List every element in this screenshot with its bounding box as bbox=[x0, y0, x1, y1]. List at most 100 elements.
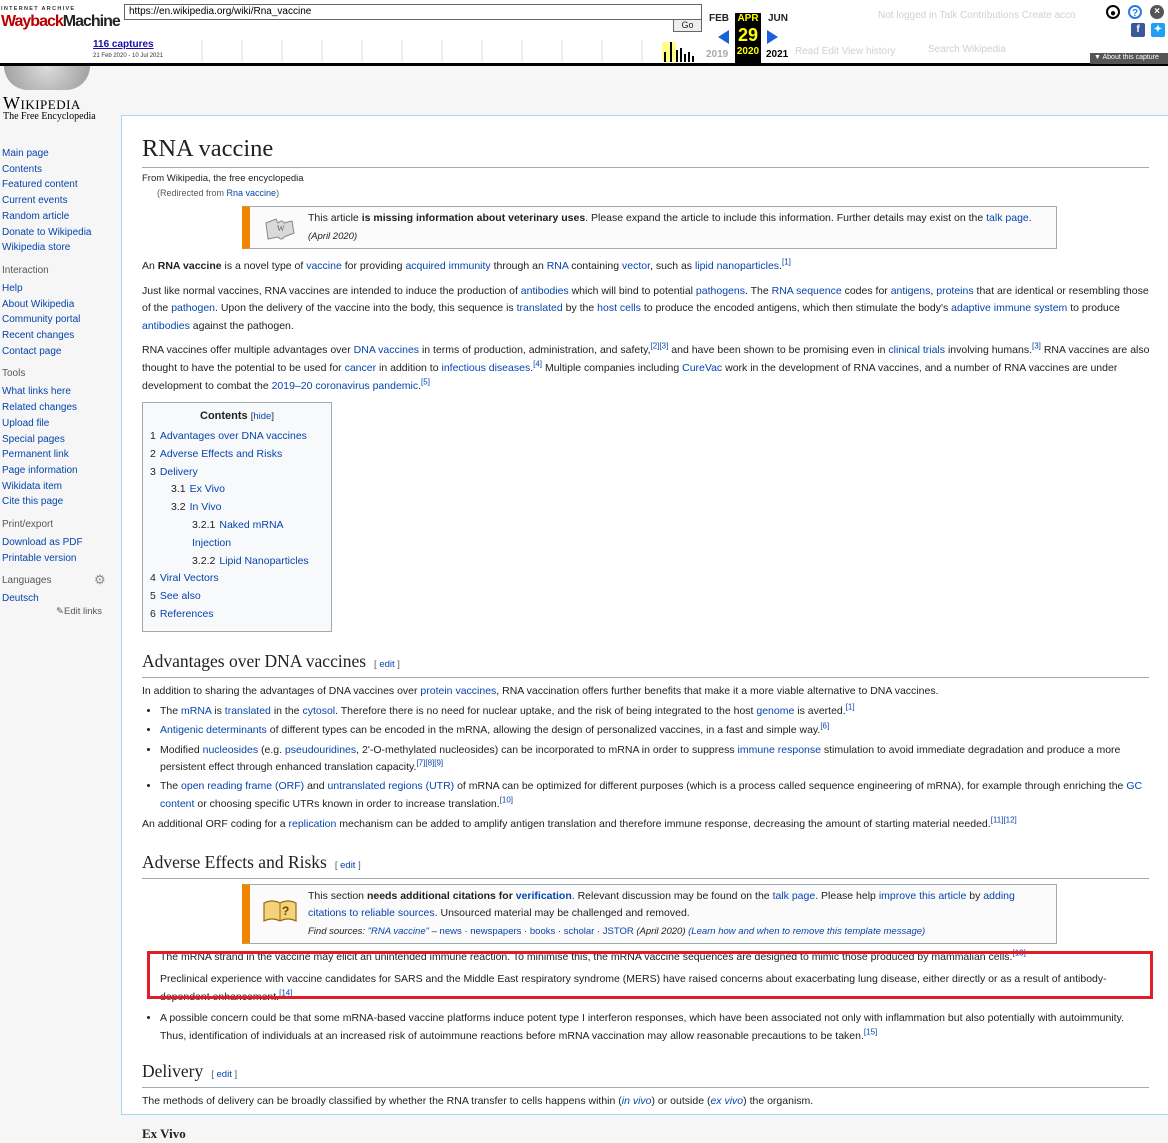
link-cancer[interactable]: cancer bbox=[345, 362, 377, 374]
link-replication[interactable]: replication bbox=[289, 818, 337, 830]
link-antigenic-determinants[interactable]: Antigenic determinants bbox=[160, 724, 267, 736]
link-immune-response[interactable]: immune response bbox=[738, 744, 821, 756]
sidebar-item-community-portal[interactable]: Community portal bbox=[0, 312, 120, 328]
sidebar-item-what-links-here[interactable]: What links here bbox=[0, 384, 120, 400]
link-acquired-immunity[interactable]: acquired immunity bbox=[405, 260, 490, 272]
wayback-go-button[interactable]: Go bbox=[673, 19, 702, 32]
link-genome[interactable]: genome bbox=[756, 705, 794, 717]
link-ex-vivo[interactable]: ex vivo bbox=[710, 1095, 743, 1107]
link-coronavirus-pandemic[interactable]: 2019–20 coronavirus pandemic bbox=[272, 380, 419, 392]
link-in-vivo[interactable]: in vivo bbox=[622, 1095, 652, 1107]
verification-link[interactable]: verification bbox=[516, 890, 572, 902]
toc-item[interactable]: 6 References bbox=[150, 606, 324, 624]
link-vector[interactable]: vector bbox=[622, 260, 650, 272]
sidebar-item-page-information[interactable]: Page information bbox=[0, 463, 120, 479]
link-protein-vaccines[interactable]: protein vaccines bbox=[420, 685, 496, 697]
toc-item[interactable]: 3.2.1 Naked mRNA Injection bbox=[150, 517, 324, 553]
find-newspapers[interactable]: newspapers bbox=[470, 926, 521, 937]
wikipedia-logo[interactable]: Wikipedia The Free Encyclopedia bbox=[0, 66, 120, 126]
sidebar-item-contact-page[interactable]: Contact page bbox=[0, 344, 120, 360]
sidebar-item-upload-file[interactable]: Upload file bbox=[0, 416, 120, 432]
wayback-prev-month[interactable]: FEB bbox=[706, 13, 732, 24]
find-books[interactable]: books bbox=[530, 926, 555, 937]
link-rna[interactable]: RNA bbox=[547, 260, 569, 272]
twitter-icon[interactable]: ✦ bbox=[1151, 23, 1165, 37]
link-gc-content[interactable]: GC content bbox=[160, 780, 1142, 810]
link-antibodies-2[interactable]: antibodies bbox=[142, 320, 190, 332]
talk-page-link[interactable]: talk page bbox=[986, 212, 1029, 224]
link-rna-sequence[interactable]: RNA sequence bbox=[772, 285, 842, 297]
find-scholar[interactable]: scholar bbox=[564, 926, 595, 937]
prev-capture-arrow-icon[interactable] bbox=[718, 30, 729, 44]
sidebar-item-main-page[interactable]: Main page bbox=[0, 146, 120, 162]
link-lipid-nanoparticles[interactable]: lipid nanoparticles bbox=[695, 260, 779, 272]
wayback-prev-year[interactable]: 2019 bbox=[706, 49, 728, 60]
next-capture-arrow-icon[interactable] bbox=[767, 30, 778, 44]
toc-item[interactable]: 2 Adverse Effects and Risks bbox=[150, 446, 324, 464]
link-cytosol[interactable]: cytosol bbox=[302, 705, 335, 717]
link-translated-2[interactable]: translated bbox=[225, 705, 271, 717]
link-vaccine[interactable]: vaccine bbox=[306, 260, 342, 272]
facebook-icon[interactable]: f bbox=[1131, 23, 1145, 37]
improve-article-link[interactable]: improve this article bbox=[879, 890, 967, 902]
sidebar-item-featured-content[interactable]: Featured content bbox=[0, 177, 120, 193]
wayback-next-month[interactable]: JUN bbox=[763, 13, 793, 24]
toc-item[interactable]: 5 See also bbox=[150, 588, 324, 606]
toc-item[interactable]: 1 Advantages over DNA vaccines bbox=[150, 428, 324, 446]
toc-item[interactable]: 3 Delivery bbox=[150, 464, 324, 482]
edit-section-adverse[interactable]: edit bbox=[340, 860, 355, 871]
link-pathogens[interactable]: pathogens bbox=[696, 285, 745, 297]
edit-links[interactable]: ✎Edit links bbox=[0, 606, 120, 617]
about-capture-button[interactable]: ▼ About this capture bbox=[1090, 53, 1168, 64]
link-infectious-diseases[interactable]: infectious diseases bbox=[441, 362, 530, 374]
sidebar-item-wikidata-item[interactable]: Wikidata item bbox=[0, 479, 120, 495]
link-utr[interactable]: untranslated regions (UTR) bbox=[328, 780, 455, 792]
link-antigens[interactable]: antigens bbox=[891, 285, 931, 297]
account-icon[interactable]: ● bbox=[1106, 5, 1120, 19]
sidebar-item-related-changes[interactable]: Related changes bbox=[0, 400, 120, 416]
link-adaptive-immune-system[interactable]: adaptive immune system bbox=[951, 302, 1067, 314]
toc-item[interactable]: 3.2 In Vivo bbox=[150, 499, 324, 517]
wayback-sparkline[interactable] bbox=[180, 38, 700, 62]
link-pathogen[interactable]: pathogen bbox=[171, 302, 215, 314]
wayback-logo[interactable]: INTERNET ARCHIVE WaybackMachine bbox=[1, 6, 121, 42]
sidebar-item-store[interactable]: Wikipedia store bbox=[0, 240, 120, 256]
link-dna-vaccines[interactable]: DNA vaccines bbox=[354, 344, 419, 356]
sidebar-item-cite-this-page[interactable]: Cite this page bbox=[0, 494, 120, 510]
sidebar-item-deutsch[interactable]: Deutsch bbox=[0, 591, 120, 607]
sidebar-item-recent-changes[interactable]: Recent changes bbox=[0, 328, 120, 344]
sidebar-item-download-pdf[interactable]: Download as PDF bbox=[0, 535, 120, 551]
wayback-url-input[interactable]: https://en.wikipedia.org/wiki/Rna_vaccin… bbox=[124, 4, 702, 20]
learn-remove-link[interactable]: (Learn how and when to remove this templ… bbox=[688, 926, 925, 937]
link-curevac[interactable]: CureVac bbox=[682, 362, 722, 374]
sidebar-item-current-events[interactable]: Current events bbox=[0, 193, 120, 209]
wayback-captures-link[interactable]: 116 captures bbox=[93, 39, 154, 50]
link-nucleosides[interactable]: nucleosides bbox=[203, 744, 258, 756]
sidebar-item-special-pages[interactable]: Special pages bbox=[0, 432, 120, 448]
toc-item[interactable]: 3.2.2 Lipid Nanoparticles bbox=[150, 553, 324, 571]
link-host-cells[interactable]: host cells bbox=[597, 302, 641, 314]
link-antibodies[interactable]: antibodies bbox=[521, 285, 569, 297]
sidebar-item-contents[interactable]: Contents bbox=[0, 162, 120, 178]
sidebar-item-about[interactable]: About Wikipedia bbox=[0, 297, 120, 313]
sidebar-item-permanent-link[interactable]: Permanent link bbox=[0, 447, 120, 463]
link-proteins[interactable]: proteins bbox=[936, 285, 973, 297]
sidebar-item-random-article[interactable]: Random article bbox=[0, 209, 120, 225]
talk-page-link-2[interactable]: talk page bbox=[773, 890, 816, 902]
link-clinical-trials[interactable]: clinical trials bbox=[888, 344, 945, 356]
link-mrna[interactable]: mRNA bbox=[181, 705, 211, 717]
edit-section-delivery[interactable]: edit bbox=[217, 1069, 232, 1080]
toc-hide-link[interactable]: hide bbox=[253, 411, 271, 422]
link-pseudouridines[interactable]: pseudouridines bbox=[285, 744, 356, 756]
find-sources-query[interactable]: "RNA vaccine" bbox=[368, 926, 429, 937]
edit-section-advantages[interactable]: edit bbox=[379, 659, 394, 670]
link-translated[interactable]: translated bbox=[517, 302, 563, 314]
link-orf[interactable]: open reading frame (ORF) bbox=[181, 780, 304, 792]
gear-icon[interactable]: ⚙ bbox=[94, 572, 106, 588]
help-icon[interactable]: ? bbox=[1128, 5, 1142, 19]
find-jstor[interactable]: JSTOR bbox=[603, 926, 634, 937]
sidebar-item-help[interactable]: Help bbox=[0, 281, 120, 297]
close-icon[interactable]: × bbox=[1150, 5, 1164, 19]
sidebar-item-printable-version[interactable]: Printable version bbox=[0, 551, 120, 567]
toc-item[interactable]: 4 Viral Vectors bbox=[150, 570, 324, 588]
